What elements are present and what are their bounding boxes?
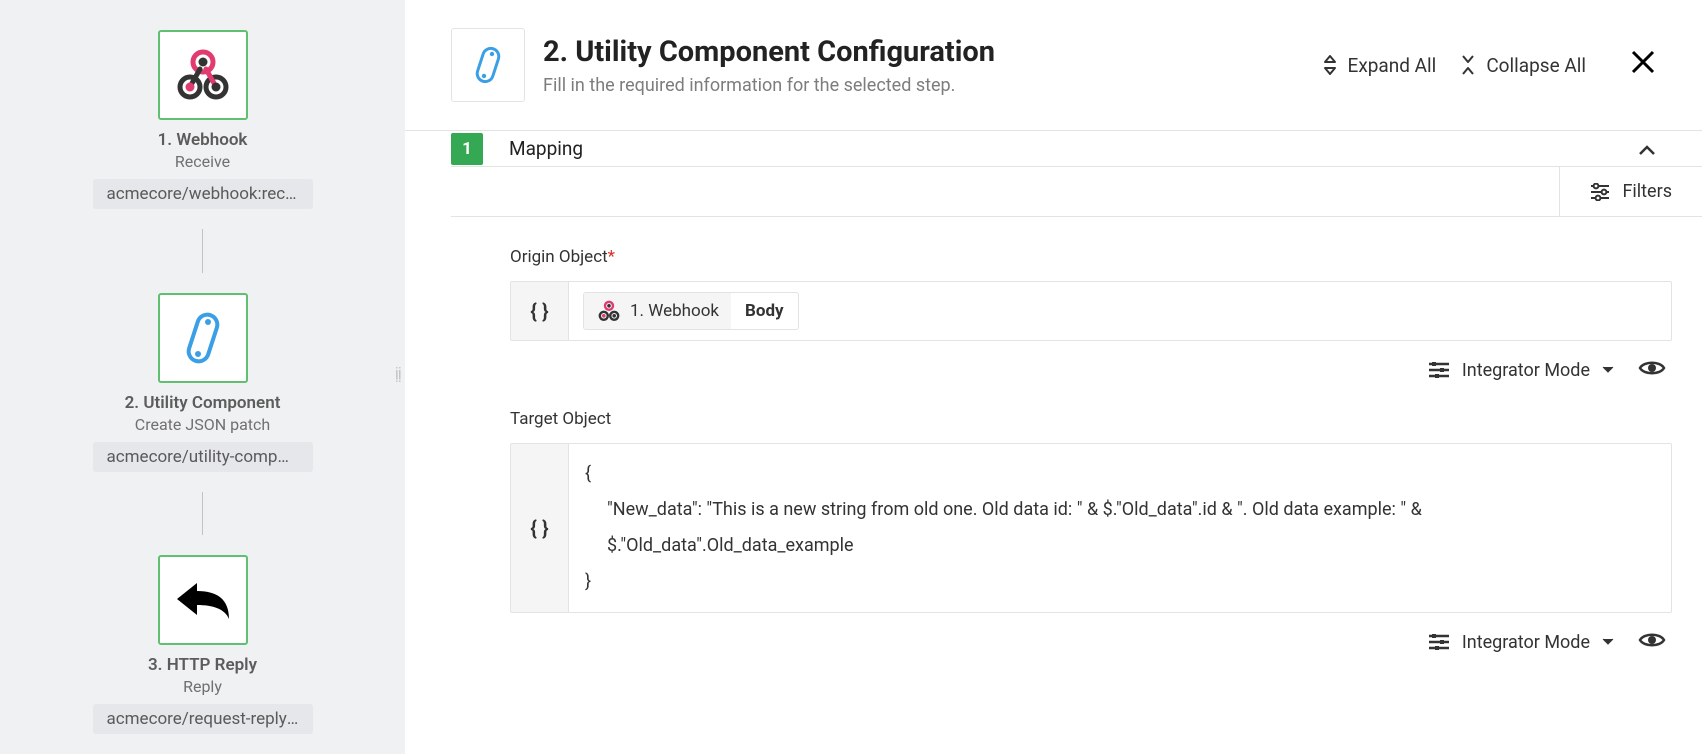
config-panel: 2. Utility Component Configuration Fill … (405, 0, 1702, 754)
panel-header: 2. Utility Component Configuration Fill … (405, 0, 1702, 130)
list-icon (1428, 362, 1450, 378)
mapping-content: Origin Object* { } (405, 217, 1702, 754)
flow-node-webhook[interactable]: 1. Webhook Receive acmecore/webhook:rece… (93, 30, 313, 209)
target-object-label: Target Object (510, 409, 1672, 429)
mode-label: Integrator Mode (1462, 632, 1590, 653)
integrator-mode-select[interactable]: Integrator Mode (1428, 632, 1614, 653)
chevron-down-icon (1602, 366, 1614, 374)
origin-object-input[interactable]: { } (510, 281, 1672, 341)
node-path: acmecore/request-reply:... (93, 704, 313, 734)
integrator-mode-select[interactable]: Integrator Mode (1428, 360, 1614, 381)
filters-button[interactable]: Filters (1559, 167, 1702, 216)
panel-subtitle: Fill in the required information for the… (543, 75, 1304, 96)
preview-button[interactable] (1638, 359, 1666, 381)
section-number-badge: 1 (451, 133, 483, 165)
json-mode-toggle[interactable]: { } (511, 282, 569, 340)
connector (202, 492, 203, 536)
target-object-input[interactable]: { } { "New_data": "This is a new string … (510, 443, 1672, 613)
target-code-editor[interactable]: { "New_data": "This is a new string from… (569, 444, 1671, 612)
flow-node-utility[interactable]: 2. Utility Component Create JSON patch a… (93, 293, 313, 472)
node-path: acmecore/webhook:recei... (93, 179, 313, 209)
origin-object-label: Origin Object* (510, 247, 1672, 267)
mode-label: Integrator Mode (1462, 360, 1590, 381)
expand-all-button[interactable]: Expand All (1322, 54, 1437, 77)
chip-source-label: 1. Webhook (630, 301, 719, 321)
node-path: acmecore/utility-compo... (93, 442, 313, 472)
collapse-icon (1460, 54, 1476, 76)
reply-icon (158, 555, 248, 645)
json-mode-toggle[interactable]: { } (511, 444, 569, 612)
webhook-icon (158, 30, 248, 120)
connector (202, 229, 203, 273)
filters-icon (1590, 183, 1610, 201)
flow-sidebar: 1. Webhook Receive acmecore/webhook:rece… (0, 0, 405, 754)
panel-title: 2. Utility Component Configuration (543, 35, 1304, 69)
close-icon (1630, 49, 1656, 75)
required-indicator: * (608, 247, 615, 267)
drag-handle-icon[interactable]: ⠿⠿⠿ (395, 371, 403, 383)
node-title: 2. Utility Component (125, 393, 281, 413)
chip-property-label: Body (731, 293, 798, 329)
chevron-down-icon (1602, 638, 1614, 646)
node-title: 1. Webhook (158, 130, 248, 150)
eye-icon (1638, 359, 1666, 377)
utility-icon (451, 28, 525, 102)
list-icon (1428, 634, 1450, 650)
expand-all-label: Expand All (1348, 54, 1437, 77)
section-title: Mapping (509, 137, 1638, 160)
close-button[interactable] (1630, 49, 1656, 81)
chevron-up-icon (1638, 137, 1656, 161)
node-subtitle: Create JSON patch (135, 415, 270, 434)
filters-label: Filters (1622, 181, 1672, 202)
origin-source-chip[interactable]: 1. Webhook Body (583, 292, 799, 330)
node-title: 3. HTTP Reply (148, 655, 257, 675)
filters-row: Filters (451, 166, 1702, 217)
node-subtitle: Receive (175, 152, 230, 171)
collapse-all-button[interactable]: Collapse All (1460, 54, 1586, 77)
collapse-all-label: Collapse All (1486, 54, 1586, 77)
expand-icon (1322, 54, 1338, 76)
utility-icon (158, 293, 248, 383)
webhook-icon (596, 298, 622, 324)
preview-button[interactable] (1638, 631, 1666, 653)
section-mapping-header[interactable]: 1 Mapping (405, 130, 1702, 166)
eye-icon (1638, 631, 1666, 649)
flow-node-reply[interactable]: 3. HTTP Reply Reply acmecore/request-rep… (93, 555, 313, 734)
node-subtitle: Reply (183, 677, 222, 696)
